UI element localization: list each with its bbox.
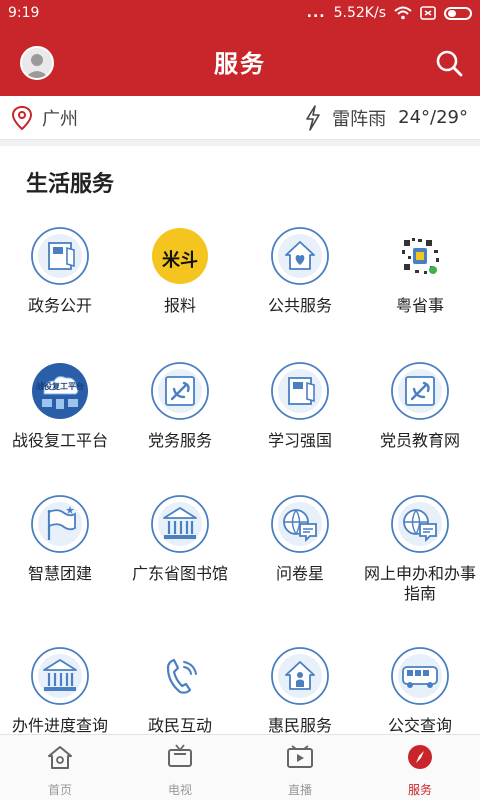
house-heart-icon [271, 227, 329, 285]
service-item-baoliao[interactable]: 米斗 报料 [120, 226, 240, 316]
weather-bar[interactable]: 广州 雷阵雨 24°/29° [0, 96, 480, 140]
section-title: 生活服务 [26, 172, 115, 197]
nav-label: 电视 [167, 783, 192, 797]
service-label: 公共服务 [267, 296, 332, 315]
city-name: 广州 [42, 108, 78, 130]
service-label: 报料 [163, 296, 196, 315]
nav-item-live[interactable]: 直播 [240, 735, 360, 800]
nav-label: 首页 [47, 783, 72, 797]
flag-icon [31, 495, 89, 553]
service-label: 公交查询 [387, 716, 452, 735]
service-label: 网上申办和办事 指南 [363, 564, 476, 603]
service-item-dangyuan[interactable]: 党员教育网 [360, 361, 480, 451]
service-label: 广东省图书馆 [131, 564, 228, 583]
avatar[interactable] [20, 46, 54, 80]
network-speed: 5.52K/s [333, 5, 386, 21]
service-label: 党务服务 [147, 431, 212, 450]
battery-icon [444, 6, 472, 20]
baoliao-logo-text: 米斗 [162, 250, 198, 271]
search-icon[interactable] [434, 48, 464, 78]
library-icon [151, 495, 209, 553]
document-flag-icon [31, 227, 89, 285]
divider [0, 140, 480, 146]
lightning-icon [306, 104, 320, 131]
library-icon [31, 647, 89, 705]
service-item-library[interactable]: 广东省图书馆 [120, 494, 240, 584]
nav-item-service[interactable]: 服务 [360, 735, 480, 800]
weather-temperature: 24°/29° [398, 107, 468, 128]
service-item-gongjiao[interactable]: 公交查询 [360, 646, 480, 736]
service-item-wangshang[interactable]: 网上申办和办事 指南 [360, 494, 480, 604]
location-pin-icon [12, 105, 32, 130]
service-label: 学习强国 [267, 431, 332, 450]
compass-icon [408, 745, 432, 769]
service-label: 党员教育网 [379, 431, 460, 450]
house-person-icon [271, 647, 329, 705]
service-label: 惠民服务 [267, 716, 332, 735]
status-dots: ... [306, 5, 326, 21]
video-icon [287, 745, 313, 768]
party-emblem-icon [391, 362, 449, 420]
service-item-huimin[interactable]: 惠民服务 [240, 646, 360, 736]
nav-label: 直播 [287, 783, 312, 797]
service-item-xuexi[interactable]: 学习强国 [240, 361, 360, 451]
service-label: 政务公开 [27, 296, 92, 315]
nav-label: 服务 [407, 783, 432, 797]
home-icon [48, 746, 72, 769]
sim-icon [420, 6, 436, 20]
service-label: 问卷星 [275, 564, 324, 583]
service-label: 战役复工平台 [11, 431, 108, 450]
service-item-zhengmin[interactable]: 政民互动 [120, 646, 240, 736]
service-label: 智慧团建 [27, 564, 92, 583]
page-title: 服务 [214, 49, 266, 78]
service-label: 办件进度查询 [11, 716, 108, 735]
nav-item-home[interactable]: 首页 [0, 735, 120, 800]
weather-condition: 雷阵雨 [332, 108, 387, 130]
app-bar: 服务 [0, 26, 480, 96]
service-item-yueshengshi[interactable]: 粤省事 [360, 226, 480, 316]
service-item-gonggong[interactable]: 公共服务 [240, 226, 360, 316]
party-emblem-icon [151, 362, 209, 420]
tv-icon [168, 744, 192, 767]
service-item-dangwu[interactable]: 党务服务 [120, 361, 240, 451]
service-item-tuanjian[interactable]: 智慧团建 [0, 494, 120, 584]
service-label: 粤省事 [395, 296, 444, 315]
qr-code-icon [392, 228, 448, 284]
status-bar: 9:19 ... 5.52K/s [0, 0, 480, 26]
bus-icon [391, 647, 449, 705]
document-flag-icon [271, 362, 329, 420]
wifi-icon [394, 6, 412, 20]
service-item-zhengwu[interactable]: 政务公开 [0, 226, 120, 316]
bottom-nav: 首页 电视 直播 服务 [0, 734, 480, 800]
globe-chat-icon [271, 495, 329, 553]
service-item-zhanyi[interactable]: 战役复工平台 战役复工平台 [0, 361, 120, 451]
nav-item-tv[interactable]: 电视 [120, 735, 240, 800]
zhanyi-logo-text: 战役复工平台 [36, 382, 84, 391]
service-item-banjian[interactable]: 办件进度查询 [0, 646, 120, 736]
status-time: 9:19 [8, 5, 40, 21]
service-item-wenjuanxing[interactable]: 问卷星 [240, 494, 360, 584]
globe-chat-icon [391, 495, 449, 553]
service-label: 政民互动 [147, 716, 212, 735]
phone-icon [152, 648, 208, 704]
